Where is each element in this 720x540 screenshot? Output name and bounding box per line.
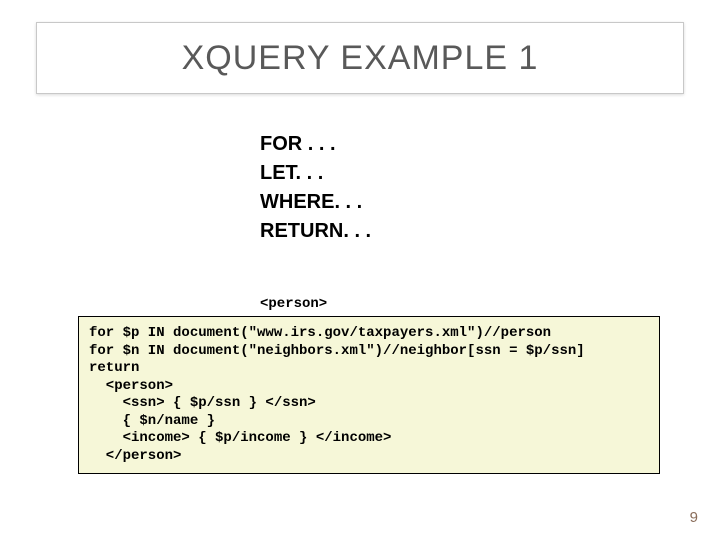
- code-line-7: <income> { $p/income } </income>: [89, 430, 391, 446]
- flwor-for: FOR . . .: [260, 130, 371, 159]
- code-line-5: <ssn> { $p/ssn } </ssn>: [89, 395, 316, 411]
- flwor-summary: FOR . . . LET. . . WHERE. . . RETURN. . …: [260, 130, 371, 246]
- flwor-return: RETURN. . .: [260, 217, 371, 246]
- code-line-1: for $p IN document("www.irs.gov/taxpayer…: [89, 325, 551, 341]
- slide: XQUERY EXAMPLE 1 FOR . . . LET. . . WHER…: [0, 0, 720, 540]
- title-container: XQUERY EXAMPLE 1: [36, 22, 684, 94]
- flwor-let: LET. . .: [260, 159, 371, 188]
- code-line-3: return: [89, 360, 139, 376]
- code-line-8: </person>: [89, 448, 181, 464]
- code-line-6: { $n/name }: [89, 413, 215, 429]
- snippet-label: <person>: [260, 296, 327, 312]
- code-line-2: for $n IN document("neighbors.xml")//nei…: [89, 343, 585, 359]
- code-block: for $p IN document("www.irs.gov/taxpayer…: [78, 316, 660, 474]
- code-line-4: <person>: [89, 378, 173, 394]
- flwor-where: WHERE. . .: [260, 188, 371, 217]
- slide-title: XQUERY EXAMPLE 1: [182, 39, 539, 78]
- page-number: 9: [690, 509, 698, 526]
